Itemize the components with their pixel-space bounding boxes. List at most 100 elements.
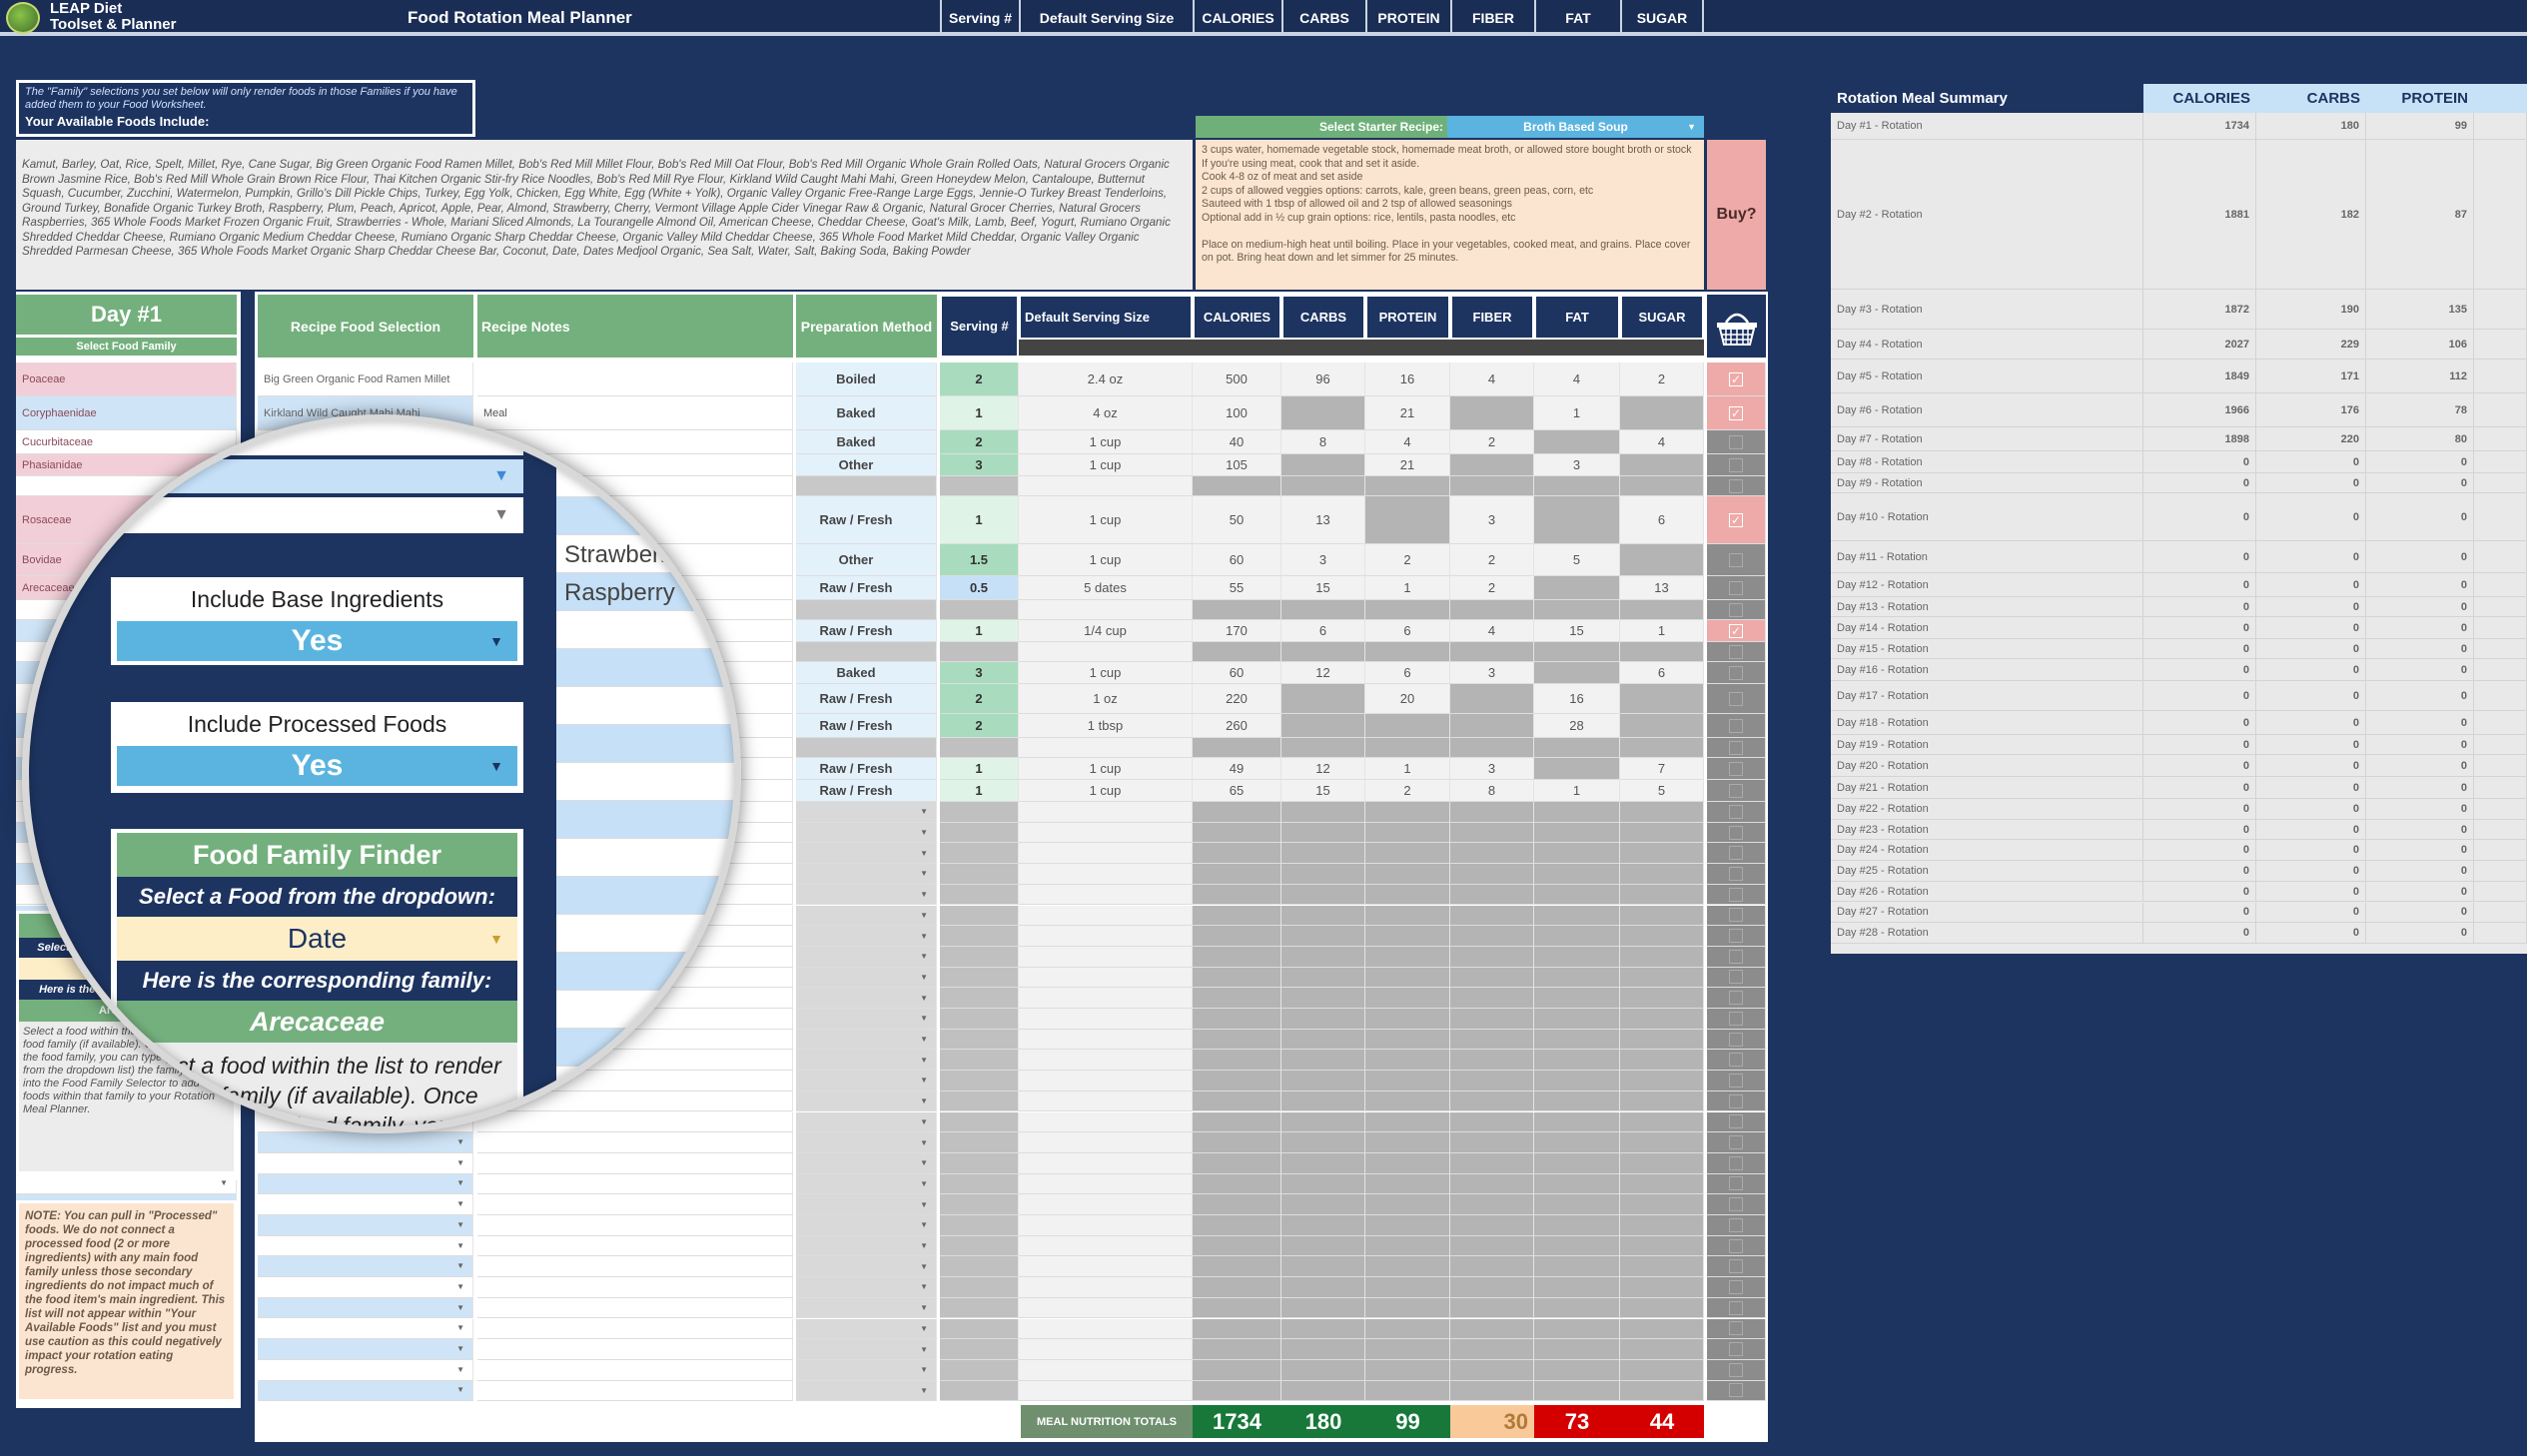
preparation-method-select[interactable]: Baked	[796, 396, 937, 430]
buy-checkbox[interactable]	[1729, 434, 1743, 449]
preparation-method-select[interactable]: Raw / Fresh	[796, 496, 937, 544]
recipe-food-select[interactable]: ▼	[258, 1256, 473, 1278]
buy-checkbox[interactable]	[1729, 804, 1743, 819]
buy-checkbox[interactable]	[1729, 1135, 1743, 1150]
buy-checkbox[interactable]	[1729, 1217, 1743, 1232]
recipe-food-select[interactable]: ▼	[258, 1173, 473, 1195]
recipe-notes-cell[interactable]	[477, 1173, 793, 1195]
serving-input[interactable]: 2	[940, 430, 1019, 454]
preparation-method-select[interactable]: ▼	[796, 1173, 937, 1195]
serving-input[interactable]	[940, 905, 1019, 927]
buy-checkbox[interactable]	[1729, 908, 1743, 923]
buy-checkbox[interactable]	[1729, 740, 1743, 755]
preparation-method-select[interactable]: ▼	[796, 1256, 937, 1278]
recipe-food-select[interactable]: ▼	[258, 1297, 473, 1319]
serving-input[interactable]	[940, 967, 1019, 989]
buy-checkbox[interactable]	[1729, 866, 1743, 881]
serving-input[interactable]	[940, 1297, 1019, 1319]
buy-checkbox[interactable]	[1729, 552, 1743, 567]
preparation-method-select[interactable]: ▼	[796, 1215, 937, 1236]
serving-input[interactable]	[940, 476, 1019, 496]
serving-input[interactable]: 1	[940, 620, 1019, 642]
serving-input[interactable]	[940, 1359, 1019, 1381]
recipe-notes-cell[interactable]	[477, 1132, 793, 1153]
recipe-food-select[interactable]: ▼	[258, 1152, 473, 1174]
serving-input[interactable]	[940, 1132, 1019, 1153]
serving-input[interactable]: 3	[940, 454, 1019, 476]
buy-checkbox[interactable]	[1729, 761, 1743, 776]
preparation-method-select[interactable]: ▼	[796, 967, 937, 989]
food-family-select[interactable]: Poaceae	[16, 363, 237, 396]
preparation-method-select[interactable]	[796, 738, 937, 758]
recipe-notes-cell[interactable]: Meal	[477, 396, 793, 430]
serving-input[interactable]	[940, 1071, 1019, 1092]
serving-input[interactable]	[940, 1277, 1019, 1298]
buy-checkbox[interactable]	[1729, 1073, 1743, 1088]
serving-input[interactable]	[940, 843, 1019, 865]
buy-checkbox[interactable]	[1729, 1259, 1743, 1274]
buy-checkbox[interactable]: ✓	[1729, 512, 1743, 527]
serving-input[interactable]: 1	[940, 496, 1019, 544]
buy-checkbox[interactable]	[1729, 580, 1743, 595]
buy-checkbox[interactable]	[1729, 478, 1743, 493]
preparation-method-select[interactable]: ▼	[796, 1029, 937, 1051]
preparation-method-select[interactable]: ▼	[796, 1071, 937, 1092]
buy-checkbox[interactable]	[1729, 991, 1743, 1006]
recipe-notes-cell[interactable]	[477, 1152, 793, 1174]
recipe-food-select[interactable]: ▼	[258, 1194, 473, 1215]
recipe-notes-cell[interactable]	[477, 1235, 793, 1257]
serving-input[interactable]	[940, 864, 1019, 885]
food-family-select[interactable]: Cucurbitaceae	[16, 430, 237, 454]
serving-input[interactable]	[940, 926, 1019, 947]
recipe-notes-cell[interactable]	[477, 1215, 793, 1236]
serving-input[interactable]: 3	[940, 662, 1019, 684]
recipe-food-select[interactable]: Big Green Organic Food Ramen Millet	[258, 363, 473, 396]
serving-input[interactable]: 0.5	[940, 576, 1019, 600]
recipe-food-select[interactable]: ▼	[258, 1235, 473, 1257]
buy-checkbox[interactable]	[1729, 1176, 1743, 1191]
preparation-method-select[interactable]: Boiled	[796, 363, 937, 396]
preparation-method-select[interactable]: Raw / Fresh	[796, 620, 937, 642]
serving-input[interactable]	[940, 1318, 1019, 1340]
preparation-method-select[interactable]: Baked	[796, 430, 937, 454]
serving-input[interactable]	[940, 1380, 1019, 1402]
preparation-method-select[interactable]: ▼	[796, 1111, 937, 1133]
serving-input[interactable]: 1	[940, 780, 1019, 802]
buy-checkbox[interactable]	[1729, 970, 1743, 985]
preparation-method-select[interactable]: ▼	[796, 802, 937, 823]
preparation-method-select[interactable]	[796, 600, 937, 620]
preparation-method-select[interactable]: ▼	[796, 1050, 937, 1072]
preparation-method-select[interactable]: Other	[796, 454, 937, 476]
buy-checkbox[interactable]	[1729, 825, 1743, 840]
buy-checkbox[interactable]	[1729, 1362, 1743, 1377]
buy-checkbox[interactable]: ✓	[1729, 405, 1743, 420]
preparation-method-select[interactable]: ▼	[796, 1359, 937, 1381]
preparation-method-select[interactable]: Raw / Fresh	[796, 684, 937, 714]
buy-checkbox[interactable]	[1729, 846, 1743, 861]
recipe-food-select[interactable]: ▼	[258, 1318, 473, 1340]
serving-input[interactable]: 2	[940, 363, 1019, 396]
preparation-method-select[interactable]: Raw / Fresh	[796, 576, 937, 600]
preparation-method-select[interactable]: Baked	[796, 662, 937, 684]
serving-input[interactable]	[940, 1050, 1019, 1072]
serving-input[interactable]: 1.5	[940, 544, 1019, 576]
preparation-method-select[interactable]: ▼	[796, 1235, 937, 1257]
preparation-method-select[interactable]: ▼	[796, 1152, 937, 1174]
buy-checkbox[interactable]	[1729, 1238, 1743, 1253]
recipe-notes-cell[interactable]	[477, 1194, 793, 1215]
preparation-method-select[interactable]: ▼	[796, 843, 937, 865]
serving-input[interactable]	[940, 1194, 1019, 1215]
serving-input[interactable]	[940, 1111, 1019, 1133]
preparation-method-select[interactable]: ▼	[796, 946, 937, 968]
serving-input[interactable]	[940, 1029, 1019, 1051]
recipe-notes-cell[interactable]	[477, 1339, 793, 1360]
preparation-method-select[interactable]	[796, 642, 937, 662]
preparation-method-select[interactable]: ▼	[796, 1297, 937, 1319]
recipe-food-select[interactable]: ▼	[258, 1277, 473, 1298]
buy-checkbox[interactable]	[1729, 929, 1743, 944]
preparation-method-select[interactable]: ▼	[796, 1132, 937, 1153]
preparation-method-select[interactable]: ▼	[796, 822, 937, 844]
recipe-food-select[interactable]: ▼	[258, 1359, 473, 1381]
buy-checkbox[interactable]	[1729, 1093, 1743, 1108]
preparation-method-select[interactable]: ▼	[796, 1380, 937, 1402]
